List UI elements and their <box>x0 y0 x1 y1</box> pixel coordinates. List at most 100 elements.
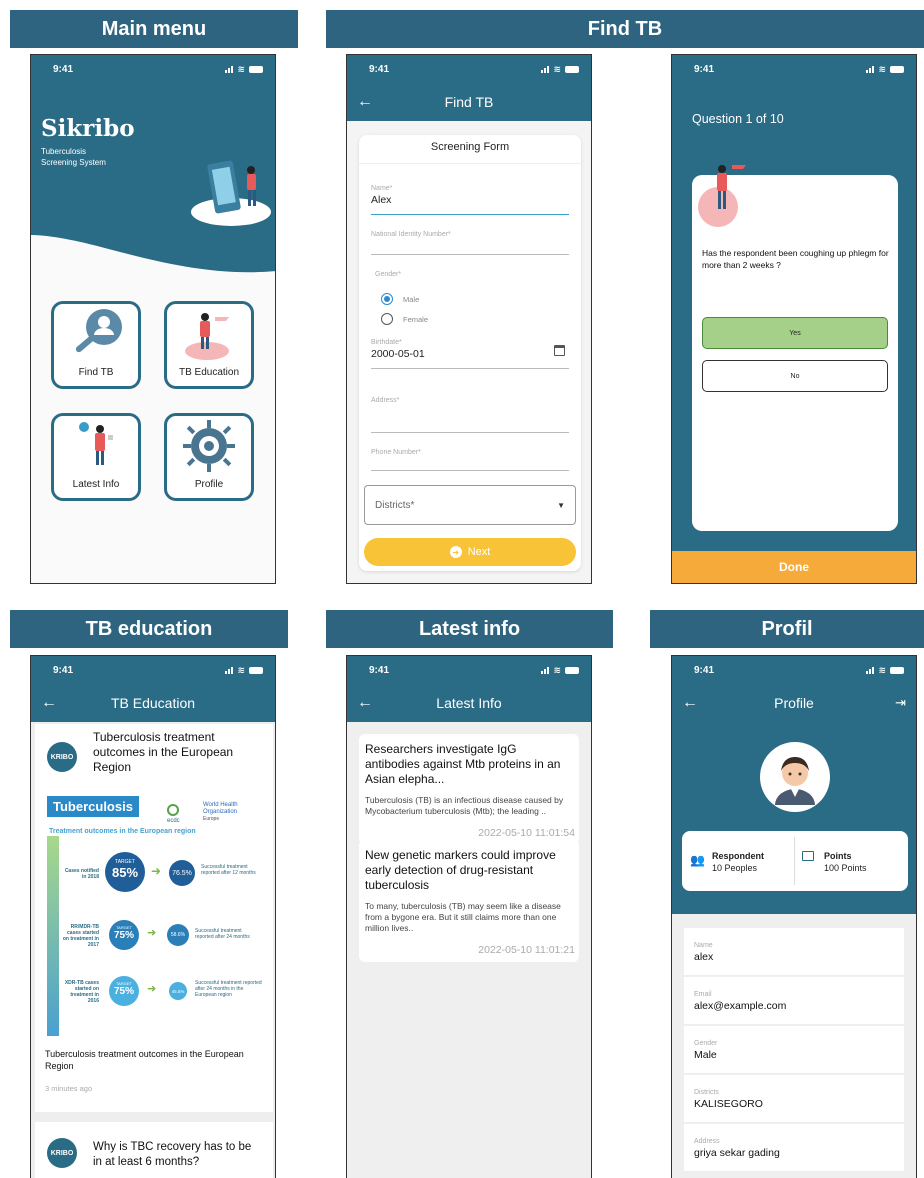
nid-field[interactable]: National Identity Number* <box>371 231 569 255</box>
tile-latest-info-label: Latest Info <box>72 479 120 490</box>
next-button[interactable]: ➜ Next <box>364 538 576 566</box>
radio-female[interactable]: Female <box>381 313 428 325</box>
radio-female-label: Female <box>403 314 429 324</box>
infographic: Tuberculosis ecdc World Health Organizat… <box>47 796 263 1036</box>
news-title: New genetic markers could improve early … <box>365 848 556 892</box>
row2-right: Successful treatment reported after 24 m… <box>195 928 250 940</box>
tile-profile[interactable]: Profile <box>164 413 254 501</box>
name-field[interactable]: Name* Alex <box>371 185 569 215</box>
header-illustration <box>191 150 271 230</box>
birthdate-field[interactable]: Birthdate* 2000-05-01 <box>371 339 569 369</box>
field-value: alex <box>694 951 714 963</box>
radio-male-indicator[interactable] <box>381 293 393 305</box>
signal-icon <box>225 666 234 674</box>
avatar <box>760 742 830 812</box>
search-user-icon <box>75 309 122 353</box>
calendar-icon[interactable] <box>554 345 565 356</box>
status-time: 9:41 <box>369 63 390 75</box>
field-label: Districts <box>694 1089 719 1096</box>
phone-field[interactable]: Phone Number* <box>371 449 569 471</box>
screen-title: Latest Info <box>436 695 502 711</box>
radio-male[interactable]: Male <box>381 293 419 305</box>
status-time: 9:41 <box>694 63 715 75</box>
question-card: Has the respondent been coughing up phle… <box>692 165 898 531</box>
battery-icon <box>565 65 579 73</box>
news-title: Researchers investigate IgG antibodies a… <box>365 742 561 786</box>
coughing-person-illustration <box>698 165 746 227</box>
article-card-2[interactable]: KRIBO Why is TBC recovery has to be in a… <box>35 1122 273 1178</box>
who-sub-text: Europe <box>203 816 220 822</box>
signal-icon <box>866 666 875 674</box>
main-menu-screen: 9:41 ≋ Sikribo Tuberculosis Screening Sy… <box>30 54 276 584</box>
back-arrow-icon[interactable]: ← <box>41 694 57 712</box>
signal-icon <box>541 666 550 674</box>
banner-main-menu: Main menu <box>10 10 298 48</box>
row3-target: TARGET 75% <box>109 976 139 1006</box>
field-value: KALISEGORO <box>694 1098 763 1110</box>
status-time: 9:41 <box>369 664 390 676</box>
status-bar: 9:41 ≋ <box>347 656 591 684</box>
battery-icon <box>565 666 579 674</box>
radio-female-indicator[interactable] <box>381 313 393 325</box>
row3-value: 45.5% <box>169 982 187 1000</box>
districts-placeholder: Districts* <box>375 499 415 511</box>
back-arrow-icon[interactable]: ← <box>357 694 373 712</box>
ecdc-logo: ecdc <box>167 804 180 824</box>
name-value: Alex <box>371 194 392 206</box>
news-body: Tuberculosis (TB) is an infectious disea… <box>365 795 564 816</box>
back-arrow-icon[interactable]: ← <box>682 694 698 712</box>
row2-value: 58.6% <box>167 924 189 946</box>
row2-arrow: ➜ <box>147 927 157 939</box>
row1-value: 76.5% <box>169 860 195 886</box>
signal-icon <box>541 65 550 73</box>
tb-education-screen: 9:41 ≋ ← TB Education KRIBO Tuberculosis… <box>30 655 276 1178</box>
phone-label: Phone Number* <box>371 449 421 456</box>
points-icon <box>802 851 814 861</box>
birthdate-value: 2000-05-01 <box>371 348 425 360</box>
question-counter: Question 1 of 10 <box>692 112 784 126</box>
people-icon: 👥 <box>690 853 705 867</box>
respondent-label: Respondent <box>712 851 765 861</box>
back-arrow-icon[interactable]: ← <box>357 93 373 111</box>
row3-right: Successful treatment reported after 24 m… <box>195 980 262 998</box>
row1-target-value: 85% <box>111 865 139 880</box>
question-screen: 9:41 ≋ Question 1 of 10 Has the responde… <box>671 54 917 584</box>
tile-tb-education[interactable]: TB Education <box>164 301 254 389</box>
battery-icon <box>890 666 904 674</box>
news-item[interactable]: New genetic markers could improve early … <box>359 840 579 962</box>
row1-right: Successful treatment reported after 12 m… <box>201 864 256 876</box>
kribo-badge-text: KRIBO <box>50 753 74 761</box>
battery-icon <box>249 65 263 73</box>
logout-icon[interactable]: ⇥ <box>895 695 906 711</box>
address-field[interactable]: Address* <box>371 397 569 433</box>
districts-select[interactable]: Districts* ▼ <box>364 485 576 525</box>
news-item[interactable]: Researchers investigate IgG antibodies a… <box>359 734 579 845</box>
birthdate-label: Birthdate* <box>371 339 402 346</box>
article-time: 3 minutes ago <box>45 1084 93 1093</box>
no-button[interactable]: No <box>702 360 888 392</box>
tile-find-tb[interactable]: Find TB <box>51 301 141 389</box>
news-illustration-icon <box>79 422 113 465</box>
tile-profile-label: Profile <box>194 479 224 490</box>
screening-form-card: Screening Form Name* Alex National Ident… <box>359 135 581 571</box>
radio-male-label: Male <box>403 294 420 304</box>
field-value: alex@example.com <box>694 1000 787 1012</box>
signal-icon <box>225 65 234 73</box>
tile-latest-info[interactable]: Latest Info <box>51 413 141 501</box>
app-subtitle-2: Screening System <box>41 158 106 167</box>
row3-arrow: ➜ <box>147 983 157 995</box>
row2-left: RR/MDR-TB cases started on treatment in … <box>62 924 99 948</box>
education-illustration-icon <box>185 313 229 360</box>
points-value: 100 Points <box>824 863 867 873</box>
form-title: Screening Form <box>430 141 510 153</box>
nid-label: National Identity Number* <box>371 231 451 238</box>
row1-arrow: ➜ <box>151 864 162 878</box>
wifi-icon: ≋ <box>878 664 886 675</box>
row3-left: XDR-TB cases started on treatment in 201… <box>64 980 99 1004</box>
done-button[interactable]: Done <box>672 551 916 583</box>
bacteria-icon <box>183 420 235 472</box>
article-card[interactable]: KRIBO Tuberculosis treatment outcomes in… <box>35 724 273 1112</box>
yes-button[interactable]: Yes <box>702 317 888 349</box>
app-bar: ← Profile ⇥ <box>672 684 916 722</box>
wifi-icon: ≋ <box>553 63 561 74</box>
